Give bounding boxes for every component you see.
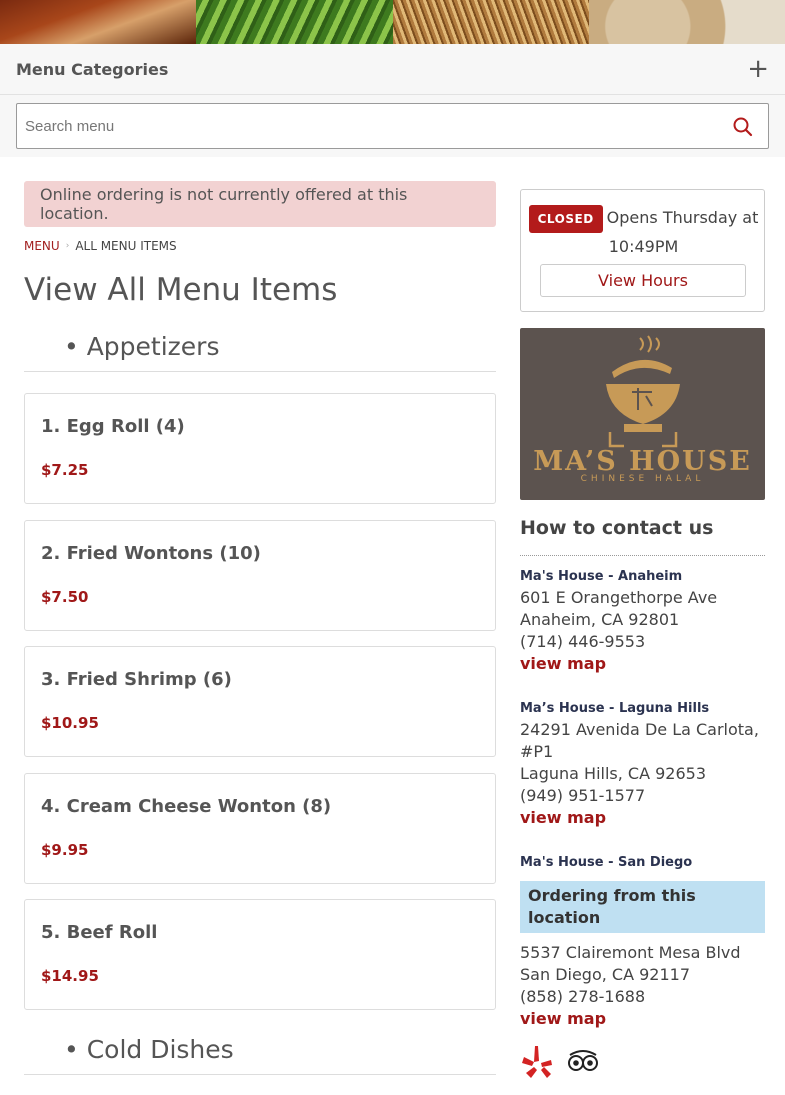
view-map-link[interactable]: view map [520,807,765,829]
menu-item-name: 4. Cream Cheese Wonton (8) [41,796,332,817]
location-phone[interactable]: (949) 951-1577 [520,785,765,807]
hero-photo-3 [392,0,589,44]
hero-photo-1 [0,0,197,44]
menu-categories-label: Menu Categories [16,59,169,79]
location-address-line1: 601 E Orangethorpe Ave [520,588,718,607]
menu-item-card[interactable]: 4. Cream Cheese Wonton (8) $9.95 [24,773,496,884]
menu-item-card[interactable]: 3. Fried Shrimp (6) $10.95 [24,646,496,757]
breadcrumb-current: All Menu Items [75,239,177,253]
location-anaheim: Ma's House - Anaheim 601 E Orangethorpe … [520,569,765,675]
menu-item-price: $9.95 [41,841,89,859]
menu-item-name: 5. Beef Roll [41,922,158,943]
hero-photo-4 [588,0,785,44]
divider [520,555,765,556]
menu-item-price: $7.25 [41,461,89,479]
menu-item-price: $7.50 [41,588,89,606]
location-name: Ma's House - Anaheim [520,569,683,584]
hero-banner [0,0,785,44]
menu-item-name: 1. Egg Roll (4) [41,416,185,437]
menu-item-card[interactable]: 5. Beef Roll $14.95 [24,899,496,1010]
menu-categories-toggle[interactable]: Menu Categories + [0,44,785,95]
search-input[interactable] [25,104,705,148]
view-hours-button[interactable]: View Hours [540,264,746,297]
section-header-cold-dishes: • Cold Dishes [24,1031,496,1075]
social-links [520,1043,600,1084]
location-phone[interactable]: (858) 278-1688 [520,986,765,1008]
location-name: Ma's House - San Diego [520,855,693,870]
opens-text: Opens Thursday at 10:49PM [606,208,759,256]
search-box [16,103,769,149]
section-header-appetizers: • Appetizers [24,328,496,372]
menu-item-price: $14.95 [41,967,99,985]
bowl-logo-icon [606,335,680,448]
location-san-diego: Ma's House - San Diego Ordering from thi… [520,855,765,1030]
location-address-line1: 5537 Clairemont Mesa Blvd [520,943,741,962]
contact-heading: How to contact us [520,517,714,539]
hero-photo-2 [196,0,393,44]
menu-item-card[interactable]: 1. Egg Roll (4) $7.25 [24,393,496,504]
restaurant-logo: MA’S HOUSE CHINESE HALAL [520,328,765,500]
page-title: View All Menu Items [24,272,338,308]
status-badge: CLOSED [528,204,603,233]
ordering-location-badge: Ordering from this location [520,881,765,933]
location-phone[interactable]: (714) 446-9553 [520,631,765,653]
view-map-link[interactable]: view map [520,1008,765,1030]
logo-brand-text: MA’S HOUSE [533,446,752,477]
status-line: CLOSED Opens Thursday at 10:49PM [521,204,766,260]
tripadvisor-icon[interactable] [566,1049,600,1078]
breadcrumb: Menu › All Menu Items [24,239,177,253]
section-title: • Appetizers [64,332,220,361]
location-address-line1: 24291 Avenida De La Carlota, #P1 [520,720,759,761]
menu-item-price: $10.95 [41,714,99,732]
location-address-line2: Laguna Hills, CA 92653 [520,764,707,783]
plus-icon[interactable]: + [747,56,769,82]
menu-item-name: 2. Fried Wontons (10) [41,543,261,564]
menu-item-card[interactable]: 2. Fried Wontons (10) $7.50 [24,520,496,631]
search-area [0,95,785,157]
section-title: • Cold Dishes [64,1035,234,1064]
location-laguna-hills: Ma’s House - Laguna Hills 24291 Avenida … [520,701,765,829]
breadcrumb-menu-link[interactable]: Menu [24,239,60,253]
hours-status-panel: CLOSED Opens Thursday at 10:49PM View Hou… [520,189,765,312]
view-map-link[interactable]: view map [520,653,765,675]
search-icon[interactable] [732,116,754,138]
yelp-icon[interactable] [520,1043,554,1084]
location-address-line2: Anaheim, CA 92801 [520,610,680,629]
chevron-right-icon: › [65,241,70,251]
location-address-line2: San Diego, CA 92117 [520,965,691,984]
ordering-unavailable-alert: Online ordering is not currently offered… [24,181,496,227]
logo-sub-text: CHINESE HALAL [580,474,705,484]
menu-item-name: 3. Fried Shrimp (6) [41,669,232,690]
location-name: Ma’s House - Laguna Hills [520,701,710,716]
alert-text: Online ordering is not currently offered… [40,185,408,223]
